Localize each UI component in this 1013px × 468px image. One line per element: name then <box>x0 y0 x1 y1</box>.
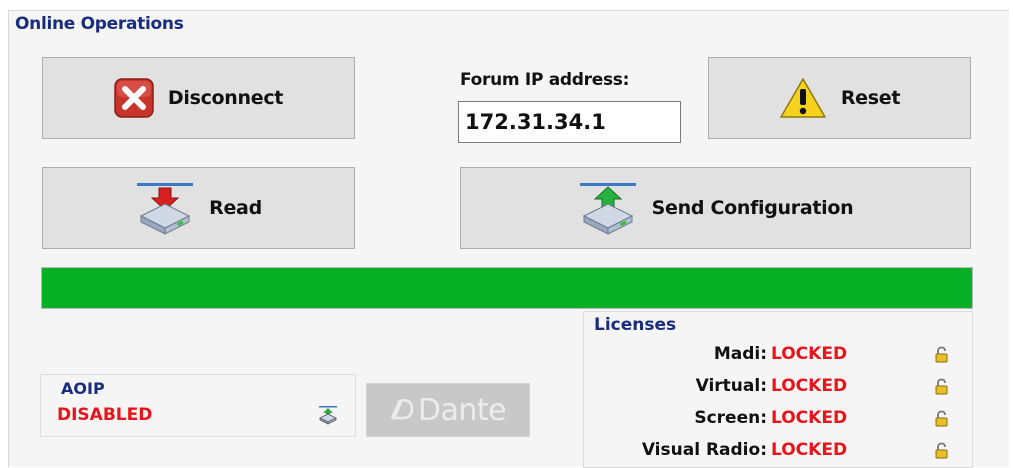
lock-icon[interactable] <box>935 346 948 368</box>
reset-label: Reset <box>840 87 901 109</box>
read-label: Read <box>209 197 262 219</box>
license-row-visual-radio: Visual Radio: LOCKED <box>584 440 974 466</box>
lock-icon[interactable] <box>935 410 948 432</box>
reset-button[interactable]: Reset <box>708 57 971 139</box>
lock-icon[interactable] <box>935 378 948 400</box>
dante-label: Dante <box>417 392 507 428</box>
licenses-group: Licenses Madi: LOCKED Virtual: LOCKED Sc… <box>583 311 973 468</box>
progress-bar <box>41 267 973 309</box>
send-configuration-label: Send Configuration <box>651 197 854 219</box>
license-name: Virtual: <box>695 376 767 396</box>
lock-icon[interactable] <box>935 442 948 464</box>
license-status: LOCKED <box>771 408 848 428</box>
dante-button[interactable]: Dante <box>366 383 530 437</box>
upload-drive-icon[interactable] <box>318 405 338 429</box>
aoip-group: AOIP DISABLED <box>40 374 356 437</box>
aoip-status: DISABLED <box>57 405 153 425</box>
license-row-madi: Madi: LOCKED <box>584 344 974 370</box>
warning-icon <box>779 77 827 119</box>
disconnect-label: Disconnect <box>167 87 284 109</box>
license-name: Visual Radio: <box>641 440 767 460</box>
download-drive-icon <box>135 180 195 236</box>
ip-address-input[interactable] <box>458 101 681 143</box>
license-row-screen: Screen: LOCKED <box>584 408 974 434</box>
license-status: LOCKED <box>771 344 848 364</box>
aoip-title: AOIP <box>61 379 105 398</box>
licenses-title: Licenses <box>594 315 677 335</box>
license-status: LOCKED <box>771 440 848 460</box>
upload-drive-icon <box>578 180 638 236</box>
section-title: Online Operations <box>15 14 184 34</box>
send-configuration-button[interactable]: Send Configuration <box>460 167 971 249</box>
dante-logo-icon <box>390 393 416 428</box>
license-name: Screen: <box>694 408 767 428</box>
ip-address-label: Forum IP address: <box>460 70 630 90</box>
license-status: LOCKED <box>771 376 848 396</box>
progress-bar-fill <box>42 268 972 308</box>
close-icon <box>114 78 154 118</box>
read-button[interactable]: Read <box>42 167 355 249</box>
license-name: Madi: <box>713 344 767 364</box>
license-row-virtual: Virtual: LOCKED <box>584 376 974 402</box>
disconnect-button[interactable]: Disconnect <box>42 57 355 139</box>
